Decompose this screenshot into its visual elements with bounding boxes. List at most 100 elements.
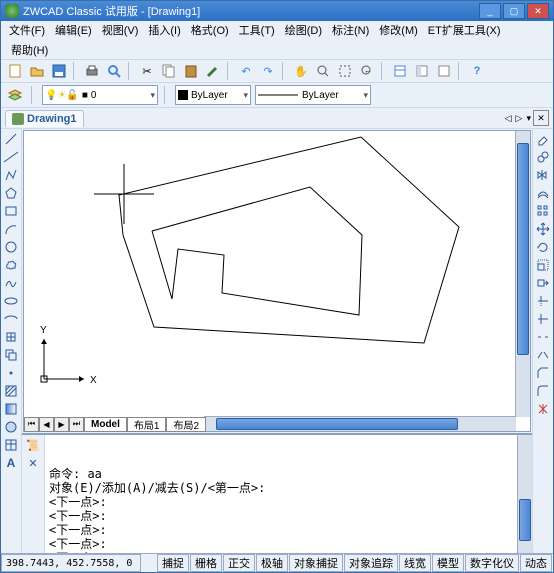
layer-dropdown[interactable]: 💡☀🔓■ 0 ▾ <box>42 85 158 105</box>
cut-icon[interactable]: ✂ <box>137 61 157 81</box>
menu-file[interactable]: 文件(F) <box>5 21 49 39</box>
layout-tab-2[interactable]: 布局2 <box>166 417 206 432</box>
menu-insert[interactable]: 插入(I) <box>144 21 184 39</box>
tab-first-icon[interactable]: ⏮ <box>24 417 39 432</box>
command-scrollbar[interactable] <box>517 435 532 553</box>
point-icon[interactable] <box>3 365 19 381</box>
extend-icon[interactable] <box>535 311 551 327</box>
undo-icon[interactable]: ↶ <box>236 61 256 81</box>
offset-icon[interactable] <box>535 185 551 201</box>
move-icon[interactable] <box>535 221 551 237</box>
mirror-icon[interactable] <box>535 167 551 183</box>
close-button[interactable]: ✕ <box>527 3 549 19</box>
join-icon[interactable] <box>535 347 551 363</box>
layer-manager-icon[interactable] <box>5 85 25 105</box>
rotate-icon[interactable] <box>535 239 551 255</box>
trim-icon[interactable] <box>535 293 551 309</box>
cmd-recent-icon[interactable]: 📜 <box>25 437 41 453</box>
ellipse-arc-icon[interactable] <box>3 311 19 327</box>
status-osnap[interactable]: 对象捕捉 <box>289 554 343 572</box>
save-icon[interactable] <box>49 61 69 81</box>
menu-tools[interactable]: 工具(T) <box>235 21 279 39</box>
open-icon[interactable] <box>27 61 47 81</box>
revcloud-icon[interactable] <box>3 257 19 273</box>
maximize-button[interactable]: ▢ <box>503 3 525 19</box>
menu-et[interactable]: ET扩展工具(X) <box>424 21 505 39</box>
menu-view[interactable]: 视图(V) <box>98 21 143 39</box>
preview-icon[interactable] <box>104 61 124 81</box>
gradient-icon[interactable] <box>3 401 19 417</box>
menu-format[interactable]: 格式(O) <box>187 21 233 39</box>
fillet-icon[interactable] <box>535 383 551 399</box>
tool-palettes-icon[interactable] <box>434 61 454 81</box>
hatch-icon[interactable] <box>3 383 19 399</box>
drawing-area[interactable]: X Y ⏮ ◀ ▶ ⏭ Model 布局1 布局2 <box>23 130 531 432</box>
menu-help[interactable]: 帮助(H) <box>7 41 52 59</box>
tab-menu-icon[interactable]: ▾ <box>524 113 533 124</box>
cmd-close-icon[interactable]: ✕ <box>25 455 41 471</box>
status-grid[interactable]: 栅格 <box>190 554 222 572</box>
status-polar[interactable]: 极轴 <box>256 554 288 572</box>
stretch-icon[interactable] <box>535 275 551 291</box>
pan-icon[interactable]: ✋ <box>291 61 311 81</box>
menu-edit[interactable]: 编辑(E) <box>51 21 96 39</box>
paste-icon[interactable] <box>181 61 201 81</box>
region-icon[interactable] <box>3 419 19 435</box>
design-center-icon[interactable] <box>412 61 432 81</box>
status-model[interactable]: 模型 <box>432 554 464 572</box>
status-coordinates[interactable]: 398.7443, 452.7558, 0 <box>1 554 141 572</box>
tab-prev-icon[interactable]: ◀ <box>39 417 54 432</box>
mtext-icon[interactable]: A <box>3 455 19 471</box>
ellipse-icon[interactable] <box>3 293 19 309</box>
xline-icon[interactable] <box>3 149 19 165</box>
status-dynamic[interactable]: 动态 <box>520 554 552 572</box>
tab-next-icon[interactable]: ▶ <box>54 417 69 432</box>
tab-last-icon[interactable]: ⏭ <box>69 417 84 432</box>
copy-icon[interactable] <box>159 61 179 81</box>
status-digitizer[interactable]: 数字化仪 <box>465 554 519 572</box>
match-icon[interactable] <box>203 61 223 81</box>
arc-icon[interactable] <box>3 221 19 237</box>
properties-icon[interactable] <box>390 61 410 81</box>
command-text[interactable]: 命令: aa 对象(E)/添加(A)/减去(S)/<第一点>: <下一点>: <… <box>45 435 517 553</box>
zoom-rt-icon[interactable] <box>313 61 333 81</box>
print-icon[interactable] <box>82 61 102 81</box>
document-tab[interactable]: Drawing1 <box>5 110 84 127</box>
status-snap[interactable]: 捕捉 <box>157 554 189 572</box>
tab-nav-right-icon[interactable]: ▷ <box>514 113 525 124</box>
new-icon[interactable] <box>5 61 25 81</box>
insert-block-icon[interactable] <box>3 329 19 345</box>
menu-dimension[interactable]: 标注(N) <box>328 21 373 39</box>
explode-icon[interactable] <box>535 401 551 417</box>
horizontal-scrollbar[interactable] <box>204 416 516 431</box>
status-lineweight[interactable]: 线宽 <box>399 554 431 572</box>
menu-draw[interactable]: 绘图(D) <box>281 21 326 39</box>
tab-nav-left-icon[interactable]: ◁ <box>503 113 514 124</box>
layout-tab-model[interactable]: Model <box>84 417 127 432</box>
chamfer-icon[interactable] <box>535 365 551 381</box>
table-icon[interactable] <box>3 437 19 453</box>
line-icon[interactable] <box>3 131 19 147</box>
layout-tab-1[interactable]: 布局1 <box>127 417 167 432</box>
copy2-icon[interactable] <box>535 149 551 165</box>
status-ortho[interactable]: 正交 <box>223 554 255 572</box>
break-icon[interactable] <box>535 329 551 345</box>
zoom-prev-icon[interactable]: ← <box>357 61 377 81</box>
help-icon[interactable]: ? <box>467 61 487 81</box>
color-dropdown[interactable]: ByLayer ▾ <box>175 85 251 105</box>
make-block-icon[interactable] <box>3 347 19 363</box>
minimize-button[interactable]: _ <box>479 3 501 19</box>
zoom-win-icon[interactable] <box>335 61 355 81</box>
redo-icon[interactable]: ↷ <box>258 61 278 81</box>
vertical-scrollbar[interactable] <box>515 131 530 417</box>
spline-icon[interactable] <box>3 275 19 291</box>
polygon-icon[interactable] <box>3 185 19 201</box>
circle-icon[interactable] <box>3 239 19 255</box>
array-icon[interactable] <box>535 203 551 219</box>
linetype-dropdown[interactable]: ByLayer ▾ <box>255 85 371 105</box>
erase-icon[interactable] <box>535 131 551 147</box>
menu-modify[interactable]: 修改(M) <box>375 21 422 39</box>
scale-icon[interactable] <box>535 257 551 273</box>
pline-icon[interactable] <box>3 167 19 183</box>
tab-close-button[interactable]: ✕ <box>533 110 549 126</box>
